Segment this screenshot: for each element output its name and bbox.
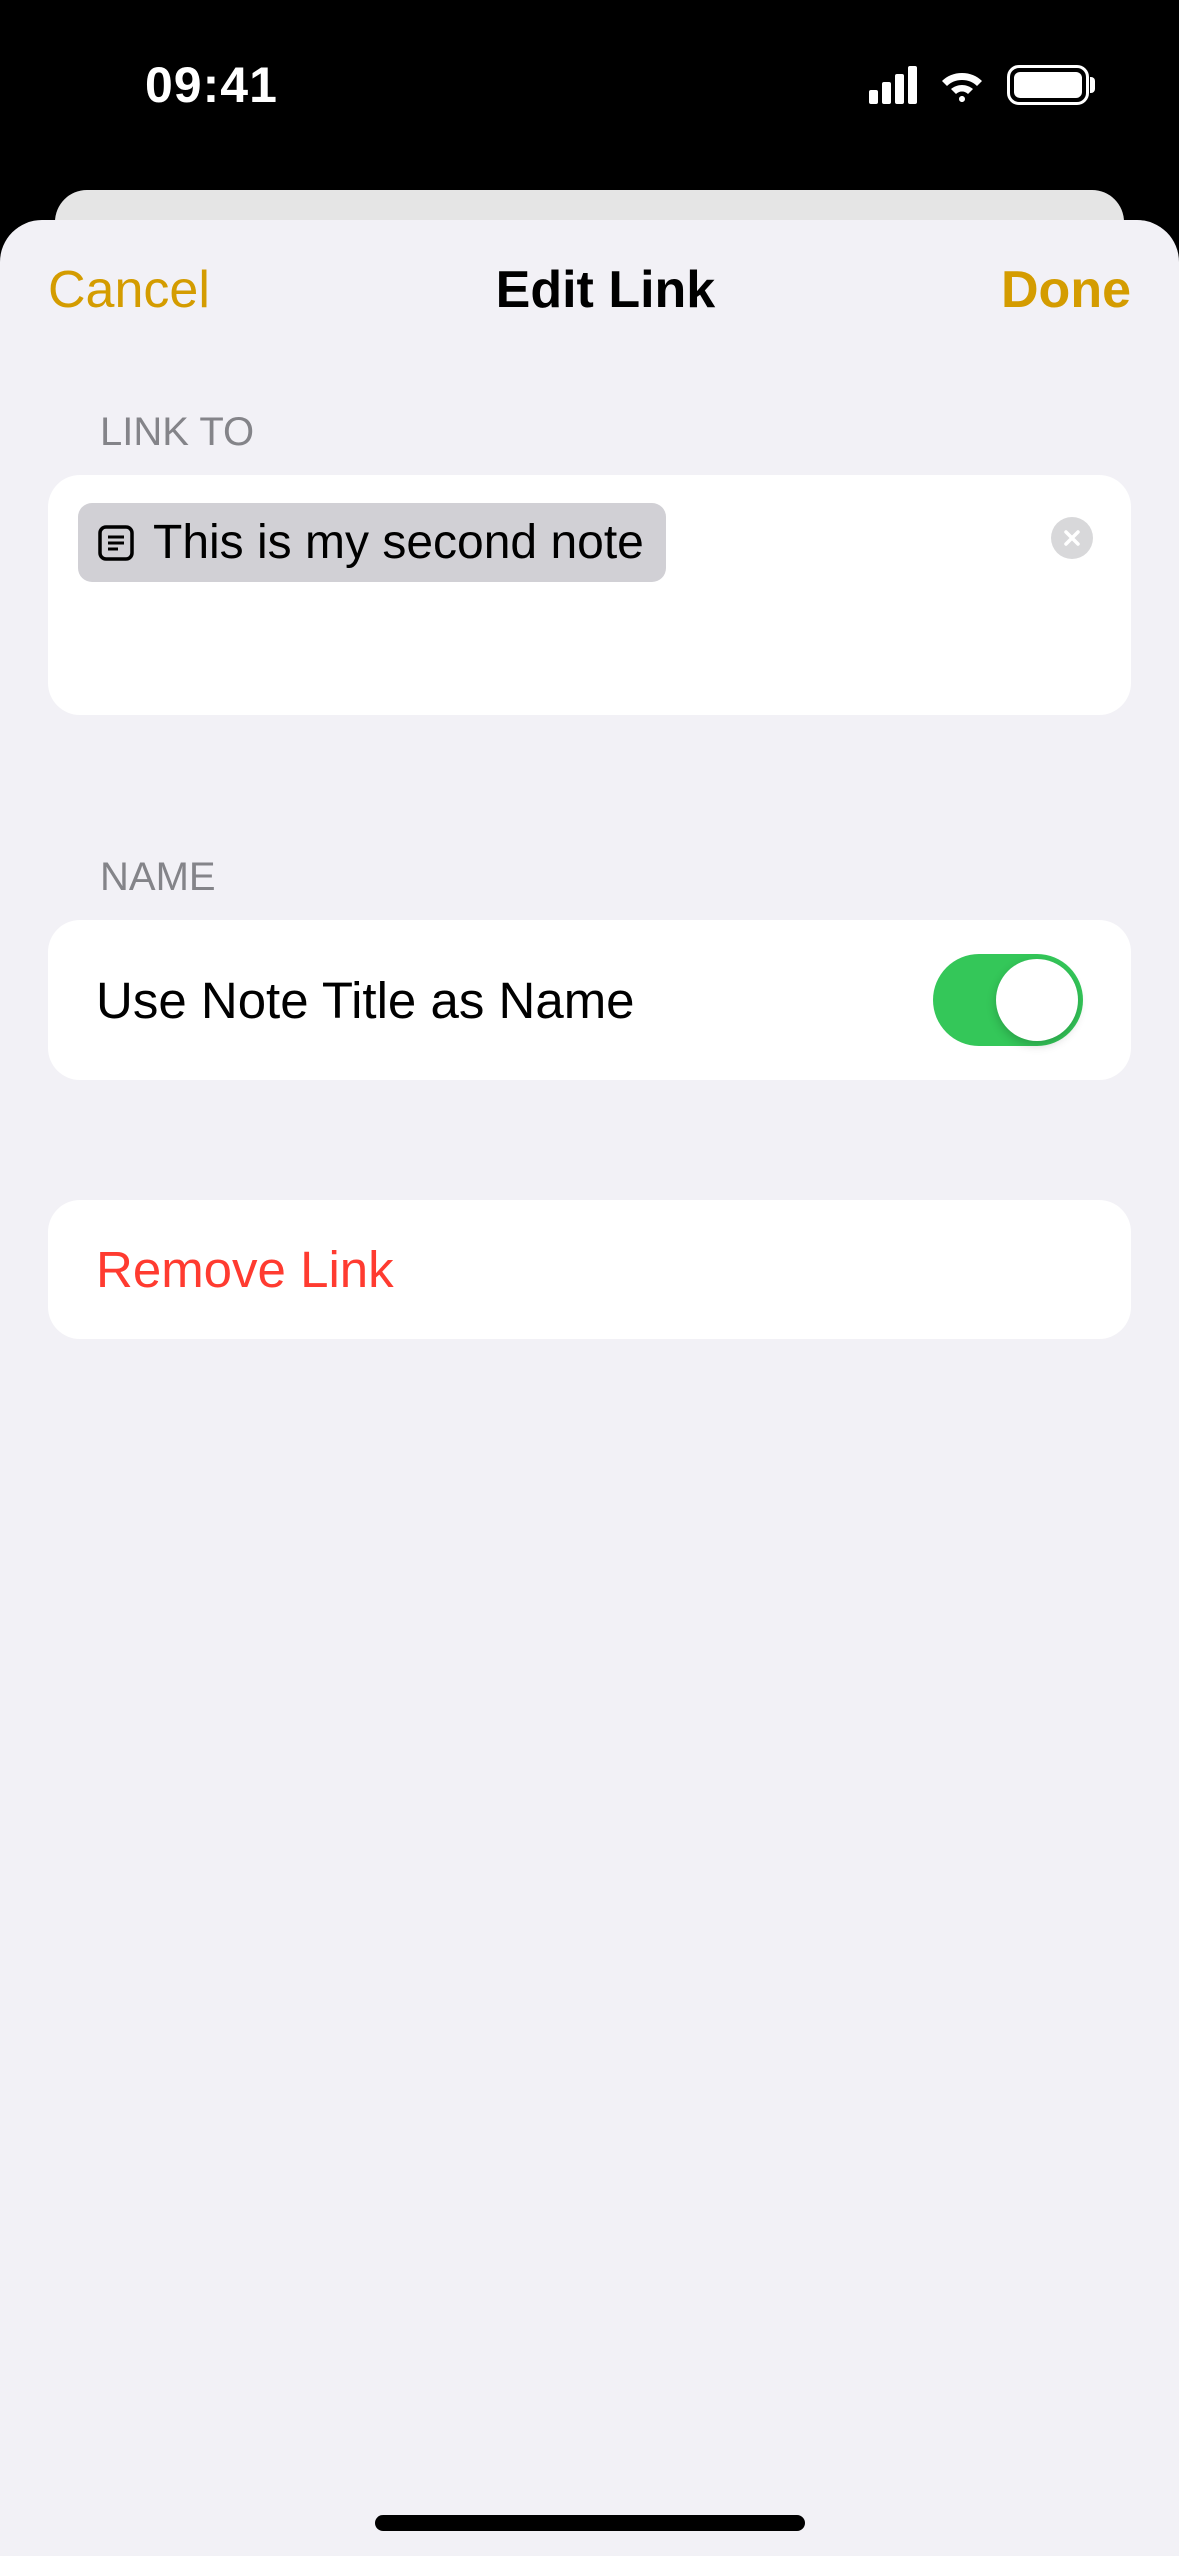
name-card: Use Note Title as Name <box>48 920 1131 1080</box>
use-note-title-row: Use Note Title as Name <box>48 920 1131 1080</box>
link-to-section-header: LINK TO <box>0 410 1179 455</box>
name-section-header: NAME <box>0 855 1179 900</box>
remove-link-card: Remove Link <box>48 1200 1131 1339</box>
modal-title: Edit Link <box>496 260 716 320</box>
link-to-field[interactable]: This is my second note <box>48 475 1131 715</box>
cellular-icon <box>869 66 917 104</box>
toggle-knob <box>996 959 1078 1041</box>
status-icons <box>869 65 1089 105</box>
linked-note-title: This is my second note <box>153 515 644 570</box>
status-bar: 09:41 <box>0 0 1179 170</box>
use-note-title-label: Use Note Title as Name <box>96 971 635 1030</box>
clear-link-button[interactable] <box>1051 517 1093 559</box>
home-indicator[interactable] <box>375 2515 805 2531</box>
cancel-button[interactable]: Cancel <box>48 260 210 320</box>
note-icon <box>94 521 138 565</box>
edit-link-modal: Cancel Edit Link Done LINK TO This is my… <box>0 220 1179 2556</box>
linked-note-chip[interactable]: This is my second note <box>78 503 666 582</box>
close-icon <box>1062 528 1082 548</box>
modal-header: Cancel Edit Link Done <box>0 220 1179 360</box>
done-button[interactable]: Done <box>1001 260 1131 320</box>
status-time: 09:41 <box>145 56 278 114</box>
wifi-icon <box>935 65 989 105</box>
use-note-title-toggle[interactable] <box>933 954 1083 1046</box>
remove-link-button[interactable]: Remove Link <box>96 1240 394 1299</box>
battery-icon <box>1007 65 1089 105</box>
